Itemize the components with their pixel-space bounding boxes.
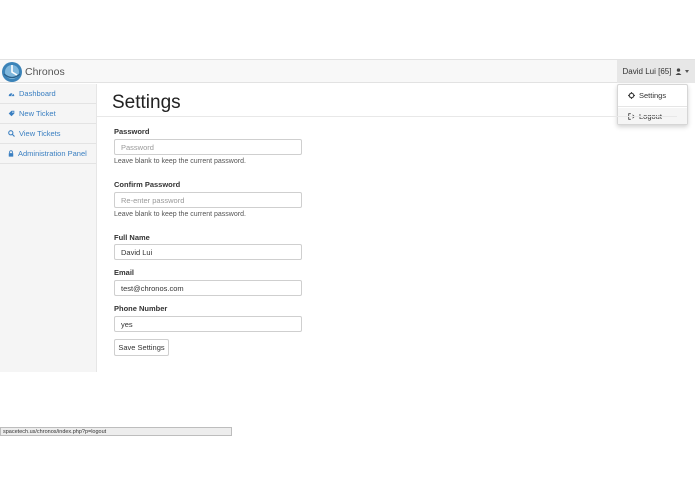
lock-icon <box>8 150 14 157</box>
user-menu-label: David Lui [65] <box>622 67 672 76</box>
menu-item-label: Settings <box>639 90 667 100</box>
dashboard-icon <box>8 91 15 97</box>
page-title: Settings <box>112 92 181 113</box>
search-icon <box>8 130 15 137</box>
sidebar-item-new-ticket[interactable]: New Ticket <box>0 104 96 124</box>
full-name-input[interactable]: David Lui <box>114 244 302 260</box>
menu-item-settings[interactable]: Settings <box>618 87 687 103</box>
phone-number-label: Phone Number <box>114 304 168 313</box>
sidebar: Dashboard New Ticket View Tickets Admini… <box>0 84 97 372</box>
sidebar-item-label: Dashboard <box>19 89 56 98</box>
title-divider <box>97 116 677 117</box>
browser-status-bar: spacetech.us/chronos/index.php?p=logout <box>0 427 232 436</box>
chronos-logo-icon <box>1 61 23 83</box>
password-help-text: Leave blank to keep the current password… <box>114 158 246 165</box>
brand-link[interactable]: Chronos <box>1 60 65 84</box>
sidebar-item-administration-panel[interactable]: Administration Panel <box>0 144 96 164</box>
confirm-password-label: Confirm Password <box>114 180 181 189</box>
sidebar-item-dashboard[interactable]: Dashboard <box>0 84 96 104</box>
gear-icon <box>628 91 635 99</box>
top-navbar: Chronos David Lui [65] <box>0 59 695 83</box>
tag-icon <box>8 110 15 117</box>
sidebar-item-label: Administration Panel <box>18 149 87 158</box>
email-input[interactable]: test@chronos.com <box>114 280 302 296</box>
sidebar-item-label: New Ticket <box>19 109 56 118</box>
full-name-label: Full Name <box>114 233 150 242</box>
confirm-password-input[interactable] <box>114 192 302 208</box>
email-label: Email <box>114 268 135 277</box>
sidebar-item-view-tickets[interactable]: View Tickets <box>0 124 96 144</box>
password-input[interactable] <box>114 139 302 155</box>
user-icon <box>675 68 682 75</box>
phone-number-input[interactable]: yes <box>114 316 302 332</box>
menu-divider <box>618 106 687 107</box>
chevron-down-icon <box>685 70 690 73</box>
sidebar-item-label: View Tickets <box>19 129 61 138</box>
user-menu-toggle[interactable]: David Lui [65] <box>617 60 695 83</box>
confirm-password-help-text: Leave blank to keep the current password… <box>114 211 246 218</box>
user-dropdown-menu: Settings Logout <box>617 84 688 125</box>
password-label: Password <box>114 127 150 136</box>
brand-name: Chronos <box>25 66 65 78</box>
save-settings-button[interactable]: Save Settings <box>114 339 169 356</box>
